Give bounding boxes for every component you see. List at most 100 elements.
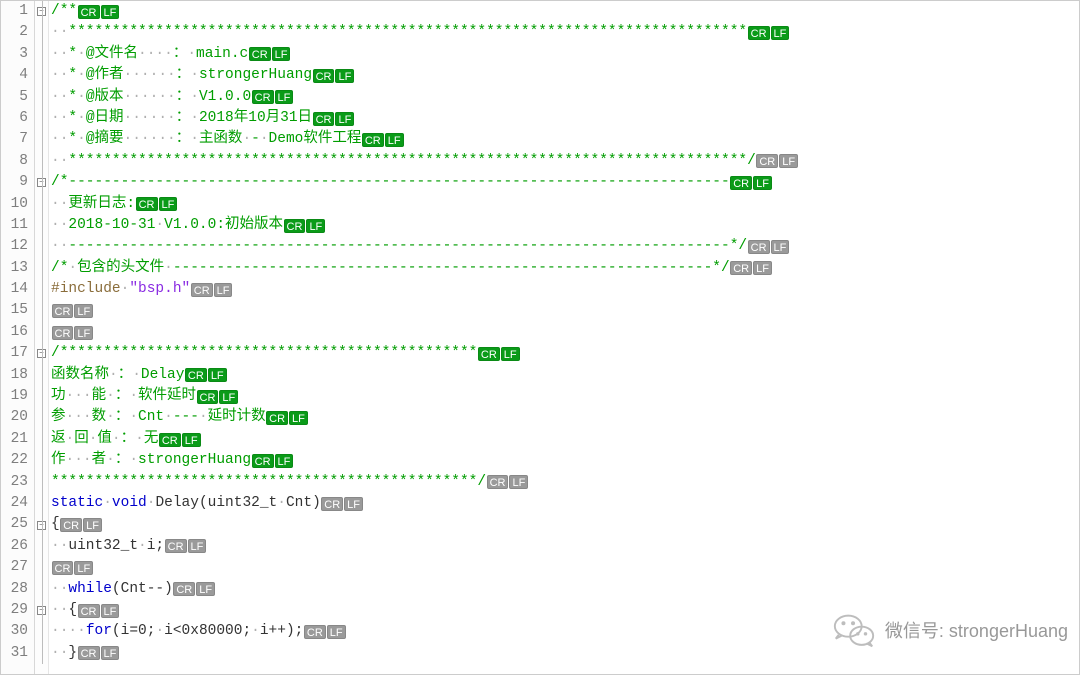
dotchar-token: · [164,258,173,279]
comment-token: 主函数 [199,129,243,150]
code-line[interactable]: {CRLF [51,514,1079,535]
eol-marker: CRLF [361,133,404,147]
dotchar-token: ·· [51,194,68,215]
code-line[interactable]: ··}CRLF [51,643,1079,664]
eol-marker: CRLF [747,240,790,254]
string-token: "bsp.h" [129,279,190,300]
code-line[interactable]: 功···能·：·软件延时CRLF [51,386,1079,407]
code-line[interactable]: ····for(i=0;·i<0x80000;·i++);CRLF [51,621,1079,642]
comment-token: * [68,87,77,108]
dotchar-token: ·· [51,536,68,557]
fold-cell [35,429,48,450]
eol-marker: CRLF [77,5,120,19]
code-line[interactable]: ··**************************************… [51,151,1079,172]
line-number: 11 [1,215,34,236]
eol-marker: CRLF [164,539,207,553]
comment-token: strongerHuang [138,450,251,471]
dotchar-token: · [77,87,86,108]
dotchar-token: ······ [124,65,176,86]
plain-token: { [51,514,60,535]
fold-cell [35,300,48,321]
code-line[interactable]: /**CRLF [51,1,1079,22]
comment-token: strongerHuang [199,65,312,86]
fold-cell [35,493,48,514]
line-number: 18 [1,365,34,386]
fold-cell: − [35,1,48,22]
eol-marker: CRLF [251,90,294,104]
comment-token: ： [176,65,191,86]
fold-cell [35,643,48,664]
code-line[interactable]: static·void·Delay(uint32_t·Cnt)CRLF [51,493,1079,514]
fold-cell [35,194,48,215]
dotchar-token: · [77,108,86,129]
code-line[interactable]: CRLF [51,557,1079,578]
code-line[interactable]: ··*·@日期······：·2018年10月31日CRLF [51,108,1079,129]
code-line[interactable]: 参···数·：·Cnt·---·延时计数CRLF [51,407,1079,428]
fold-cell [35,472,48,493]
eol-marker: CRLF [283,219,326,233]
dotchar-token: · [190,87,199,108]
code-line[interactable]: ··{CRLF [51,600,1079,621]
code-area[interactable]: /**CRLF··*******************************… [49,1,1079,674]
dotchar-token: · [77,44,86,65]
comment-token: @文件名 [86,44,138,65]
code-line[interactable]: CRLF [51,300,1079,321]
comment-token: 延时计数 [208,407,266,428]
dotchar-token: · [132,365,141,386]
comment-token: /** [51,1,77,22]
dotchar-token: ·· [51,108,68,129]
dotchar-token: ·· [51,215,68,236]
line-number: 14 [1,279,34,300]
code-line[interactable]: ****************************************… [51,472,1079,493]
comment-token: @日期 [86,108,124,129]
line-number: 12 [1,236,34,257]
dotchar-token: ··· [66,450,92,471]
line-number: 29 [1,600,34,621]
code-line[interactable]: ··*·@作者······：·strongerHuangCRLF [51,65,1079,86]
dotchar-token: ·· [51,151,68,172]
dotchar-token: · [129,386,138,407]
code-line[interactable]: /*·包含的头文件·------------------------------… [51,258,1079,279]
fold-cell [35,407,48,428]
fold-cell [35,215,48,236]
code-line[interactable]: ··2018-10-31·V1.0.0:初始版本CRLF [51,215,1079,236]
code-line[interactable]: ··--------------------------------------… [51,236,1079,257]
comment-token: - [251,129,260,150]
line-number: 21 [1,429,34,450]
code-line[interactable]: 作···者·：·strongerHuangCRLF [51,450,1079,471]
code-line[interactable]: CRLF [51,322,1079,343]
code-line[interactable]: ··*·@版本······：·V1.0.0CRLF [51,87,1079,108]
comment-token: 函数名称 [51,365,109,386]
dotchar-token: ·· [51,643,68,664]
code-line[interactable]: ··更新日志:CRLF [51,194,1079,215]
comment-token: ： [121,429,136,450]
code-line[interactable]: #include·"bsp.h"CRLF [51,279,1079,300]
code-line[interactable]: ··**************************************… [51,22,1079,43]
code-line[interactable]: ··uint32_t·i;CRLF [51,536,1079,557]
fold-cell [35,108,48,129]
dotchar-token: · [106,450,115,471]
eol-marker: CRLF [135,197,178,211]
fold-cell: − [35,172,48,193]
line-number: 28 [1,579,34,600]
preproc-token: #include [51,279,121,300]
code-line[interactable]: /***************************************… [51,343,1079,364]
comment-token: ： [176,108,191,129]
code-line[interactable]: ··*·@摘要······：·主函数·-·Demo软件工程CRLF [51,129,1079,150]
dotchar-token: · [112,429,121,450]
keyword-token: while [68,579,112,600]
code-line[interactable]: /*--------------------------------------… [51,172,1079,193]
comment-token: 功 [51,386,66,407]
code-line[interactable]: 返·回·值·：·无CRLF [51,429,1079,450]
comment-token: main.c [196,44,248,65]
line-number: 6 [1,108,34,129]
code-editor[interactable]: 1234567891011121314151617181920212223242… [0,0,1080,675]
line-number: 25 [1,514,34,535]
eol-marker: CRLF [158,433,201,447]
code-line[interactable]: 函数名称·：·DelayCRLF [51,365,1079,386]
line-number: 16 [1,322,34,343]
comment-token: ： [173,44,188,65]
code-line[interactable]: ··while(Cnt--)CRLF [51,579,1079,600]
plain-token: uint32_t [68,536,138,557]
code-line[interactable]: ··*·@文件名····：·main.cCRLF [51,44,1079,65]
